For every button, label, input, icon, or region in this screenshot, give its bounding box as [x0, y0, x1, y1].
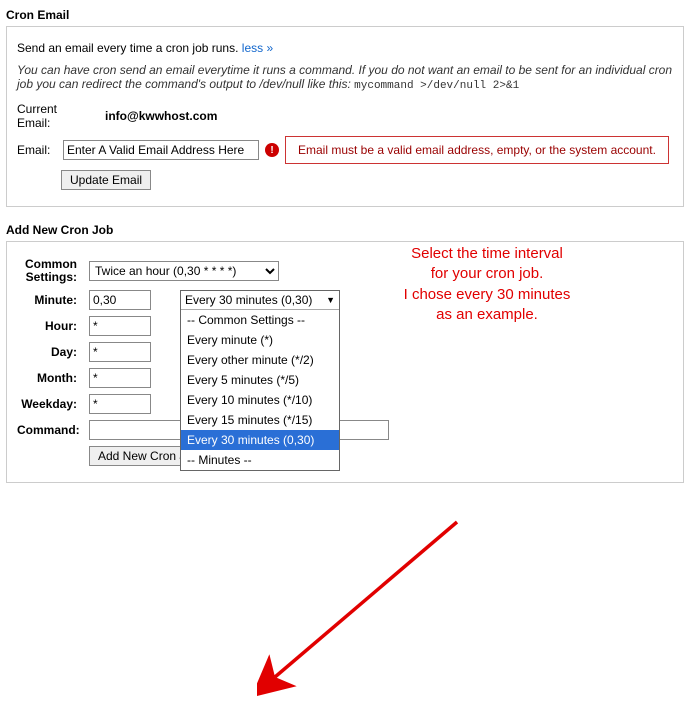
- current-email-row: Current Email: info@kwwhost.com: [17, 102, 673, 130]
- hour-field[interactable]: [89, 316, 151, 336]
- minute-field[interactable]: [89, 290, 151, 310]
- add-cron-panel: Common Settings: Twice an hour (0,30 * *…: [6, 241, 684, 483]
- hour-label: Hour:: [17, 319, 83, 333]
- weekday-row: Weekday: ✓: [17, 394, 673, 414]
- current-email-value: info@kwwhost.com: [105, 109, 217, 123]
- less-link[interactable]: less »: [242, 41, 273, 55]
- minute-preset-option[interactable]: -- Common Settings --: [181, 310, 339, 330]
- minute-preset-option[interactable]: Every minute (*): [181, 330, 339, 350]
- annotation-text: Select the time interval for your cron j…: [357, 244, 617, 325]
- weekday-field[interactable]: [89, 394, 151, 414]
- command-row: Command:: [17, 420, 673, 440]
- cron-email-hint: You can have cron send an email everytim…: [17, 63, 673, 92]
- minute-preset-option[interactable]: Every 5 minutes (*/5): [181, 370, 339, 390]
- common-settings-row: Common Settings: Twice an hour (0,30 * *…: [17, 258, 673, 284]
- minute-row: Minute: ✓ Every 30 minutes (0,30) ▼ -- C…: [17, 290, 673, 310]
- email-label: Email:: [17, 143, 57, 157]
- add-button-row: Add New Cron Job: [89, 446, 673, 466]
- hour-row: Hour: ✓: [17, 316, 673, 336]
- minute-preset-option[interactable]: Every 10 minutes (*/10): [181, 390, 339, 410]
- month-field[interactable]: [89, 368, 151, 388]
- minute-preset-option[interactable]: Every 30 minutes (0,30): [181, 430, 339, 450]
- annotation-arrow-icon: [257, 512, 477, 702]
- day-field[interactable]: [89, 342, 151, 362]
- weekday-label: Weekday:: [17, 397, 83, 411]
- minute-preset-option[interactable]: -- Minutes --: [181, 450, 339, 470]
- current-email-label: Current Email:: [17, 102, 99, 130]
- common-settings-label: Common Settings:: [17, 258, 83, 284]
- update-row: Update Email: [61, 170, 673, 190]
- error-icon: !: [265, 143, 279, 157]
- month-label: Month:: [17, 371, 83, 385]
- day-row: Day: ✓: [17, 342, 673, 362]
- email-row: Email: ! Email must be a valid email add…: [17, 136, 673, 164]
- common-settings-select[interactable]: Twice an hour (0,30 * * * *): [89, 261, 279, 281]
- day-label: Day:: [17, 345, 83, 359]
- update-email-button[interactable]: Update Email: [61, 170, 151, 190]
- cron-email-desc: Send an email every time a cron job runs…: [17, 41, 673, 55]
- chevron-down-icon: ▼: [326, 295, 335, 305]
- minute-preset-option[interactable]: Every 15 minutes (*/15): [181, 410, 339, 430]
- cron-email-desc-text: Send an email every time a cron job runs…: [17, 41, 238, 55]
- minute-label: Minute:: [17, 293, 83, 307]
- cron-email-panel: Send an email every time a cron job runs…: [6, 26, 684, 207]
- cron-email-title: Cron Email: [6, 6, 684, 26]
- month-row: Month: ✓: [17, 368, 673, 388]
- minute-preset-header[interactable]: Every 30 minutes (0,30) ▼: [181, 291, 339, 310]
- minute-preset-dropdown[interactable]: Every 30 minutes (0,30) ▼ -- Common Sett…: [180, 290, 340, 471]
- minute-preset-option[interactable]: Every other minute (*/2): [181, 350, 339, 370]
- email-field[interactable]: [63, 140, 259, 160]
- email-error-box: Email must be a valid email address, emp…: [285, 136, 669, 164]
- cron-email-hint-text: You can have cron send an email everytim…: [17, 63, 672, 91]
- cron-email-hint-code: mycommand >/dev/null 2>&1: [354, 80, 519, 92]
- minute-preset-header-text: Every 30 minutes (0,30): [185, 293, 312, 307]
- add-cron-title: Add New Cron Job: [6, 221, 684, 241]
- command-label: Command:: [17, 423, 83, 437]
